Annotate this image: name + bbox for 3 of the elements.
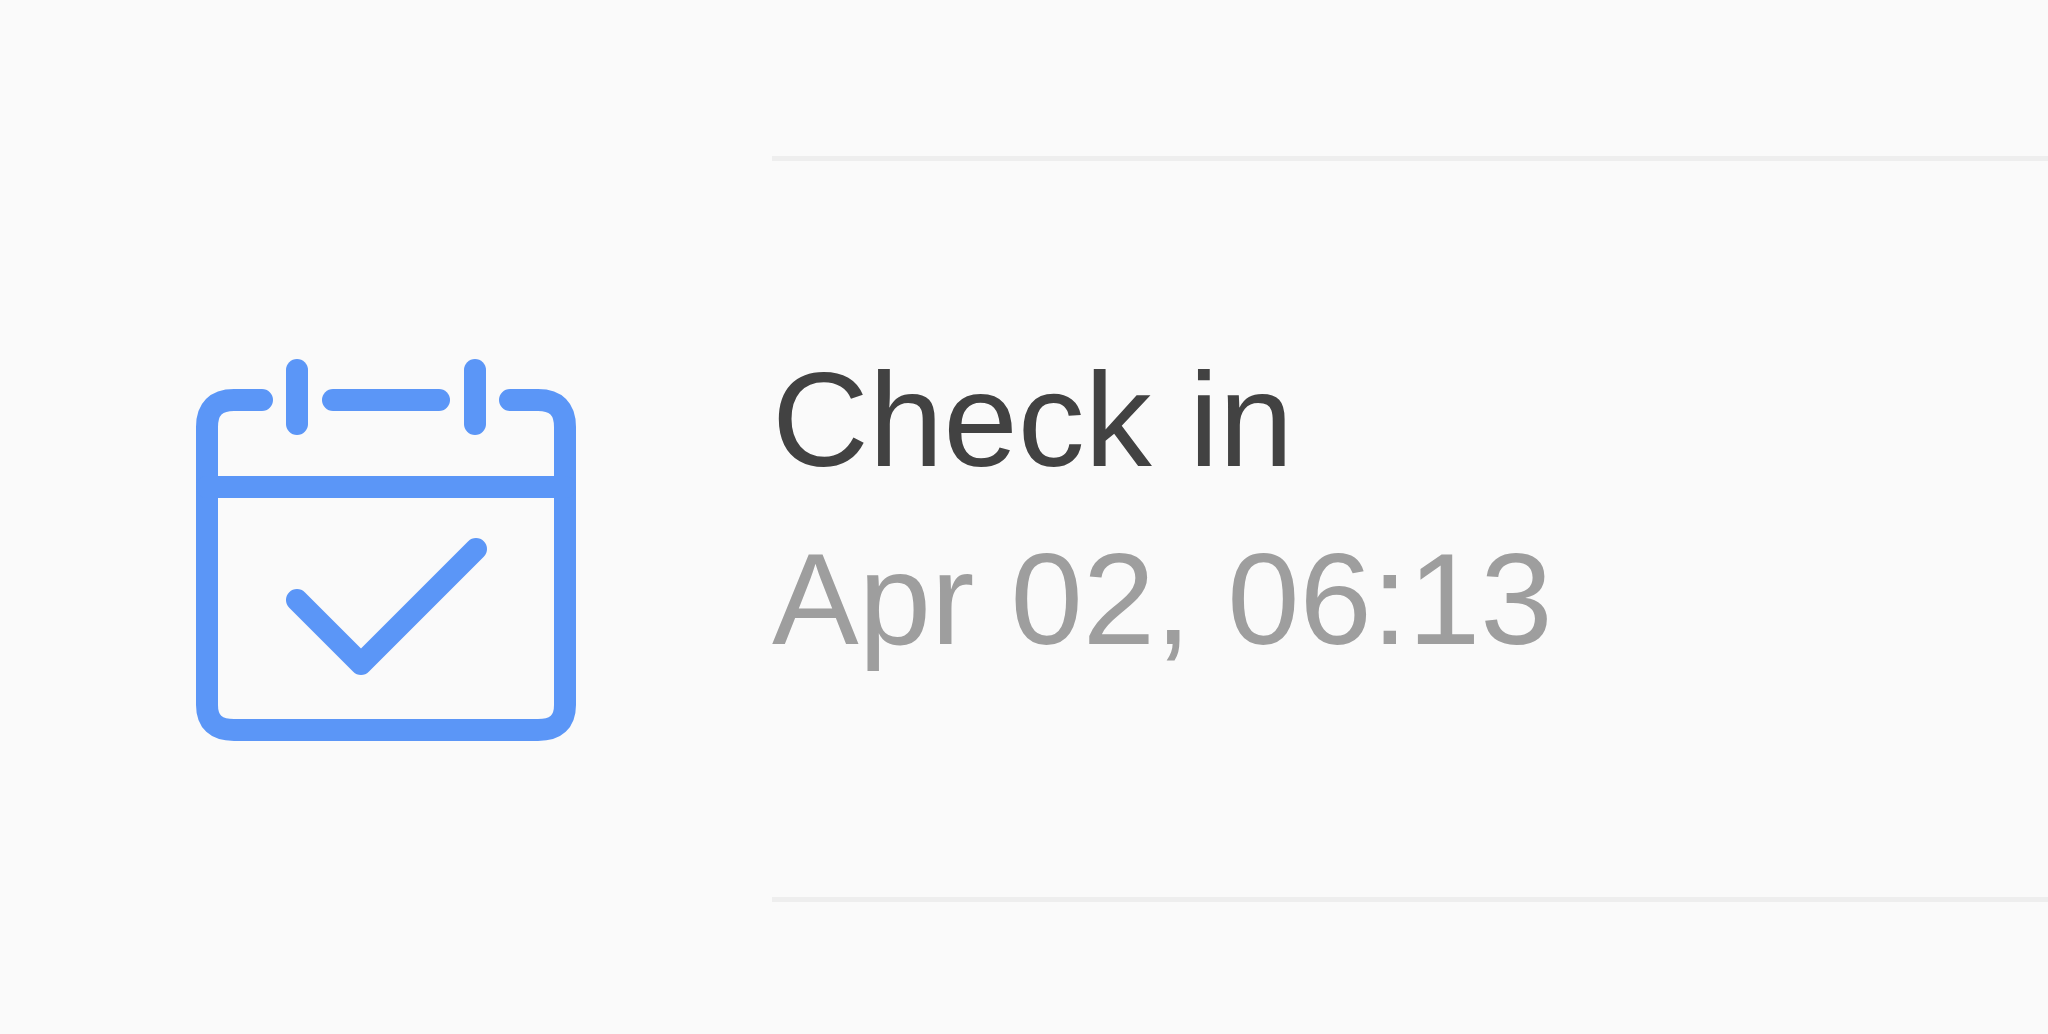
entry-time: Apr 02, 06:13 [772,525,1554,675]
calendar-check-icon [196,359,576,741]
entry-title: Check in [772,344,1295,497]
